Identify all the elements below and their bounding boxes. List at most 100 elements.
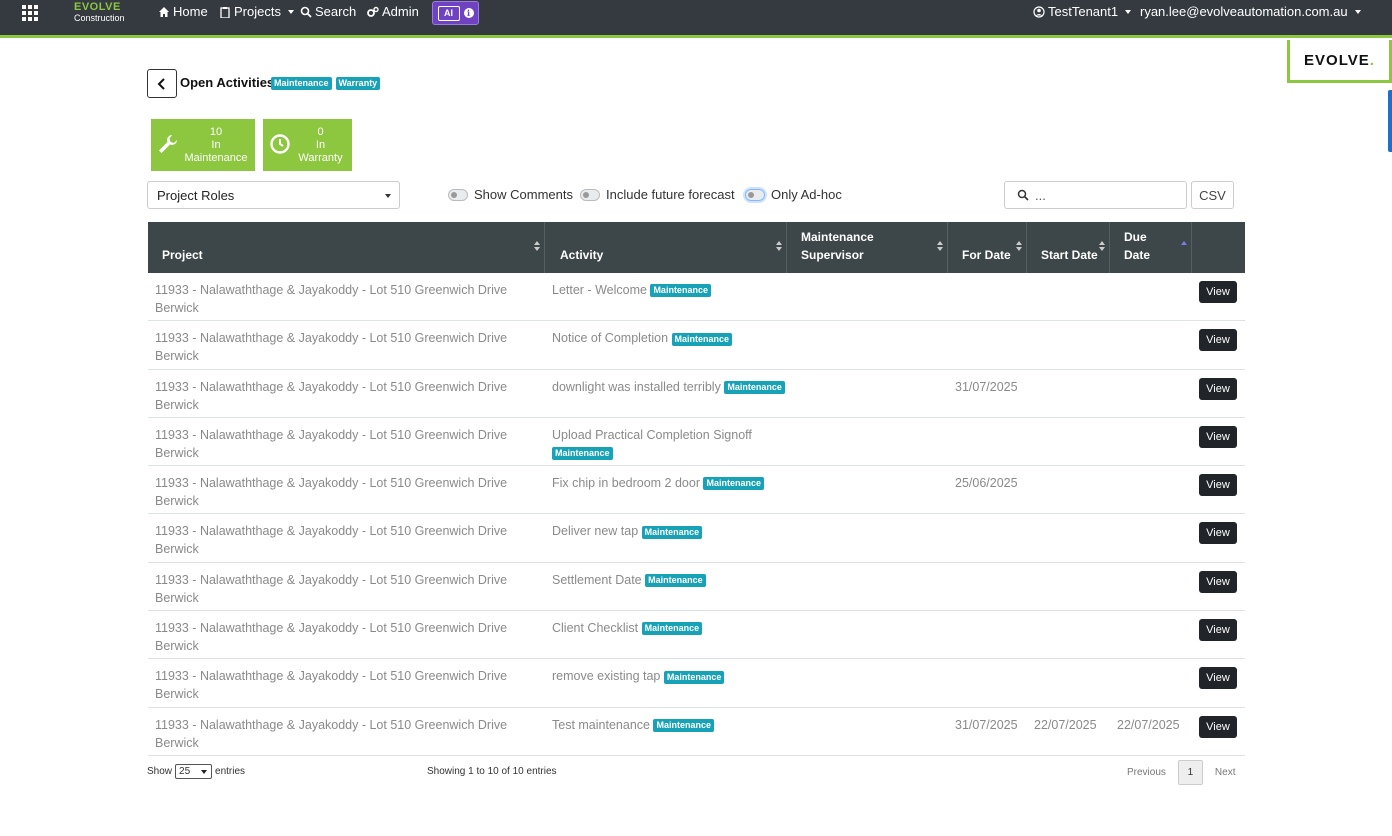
activity-name: Client Checklist <box>552 621 639 636</box>
chevron-down-icon <box>385 194 391 198</box>
start-date-cell: 22/07/2025 <box>1034 717 1097 732</box>
activity-cell[interactable]: Settlement Date Maintenance <box>552 571 787 589</box>
tenant-menu[interactable]: TestTenant1 <box>1033 4 1132 19</box>
project-cell[interactable]: 11933 - Nalawaththage & Jayakoddy - Lot … <box>155 378 535 414</box>
maintenance-badge: Maintenance <box>552 447 613 461</box>
show-comments-toggle[interactable]: Show Comments <box>448 187 573 202</box>
only-adhoc-label: Only Ad-hoc <box>771 187 842 202</box>
view-button[interactable]: View <box>1199 474 1237 497</box>
activity-cell[interactable]: Test maintenance Maintenance <box>552 716 787 734</box>
showing-info: Showing 1 to 10 of 10 entries <box>427 766 557 777</box>
nav-projects[interactable]: Projects <box>219 4 294 19</box>
activity-cell[interactable]: Notice of Completion Maintenance <box>552 329 787 347</box>
title-badges: Maintenance Warranty <box>271 77 381 90</box>
view-button[interactable]: View <box>1199 522 1237 545</box>
project-cell[interactable]: 11933 - Nalawaththage & Jayakoddy - Lot … <box>155 716 535 752</box>
ai-assistant-button[interactable]: AI i <box>432 1 479 25</box>
toggle-switch[interactable] <box>580 188 600 201</box>
activity-cell[interactable]: remove existing tap Maintenance <box>552 667 787 685</box>
warranty-line1: In <box>315 139 326 151</box>
activity-cell[interactable]: Deliver new tap Maintenance <box>552 522 787 540</box>
entries-per-page-select[interactable]: 25 <box>175 764 213 779</box>
top-navbar: EVOLVE Construction Home Projects Search… <box>0 0 1392 38</box>
col-for-date[interactable]: For Date <box>948 222 1027 273</box>
nav-search[interactable]: Search <box>300 4 356 19</box>
project-roles-select[interactable]: Project Roles <box>147 181 400 209</box>
table-row: 11933 - Nalawaththage & Jayakoddy - Lot … <box>148 370 1245 418</box>
activity-cell[interactable]: Client Checklist Maintenance <box>552 619 787 637</box>
view-button[interactable]: View <box>1199 715 1237 738</box>
table-row: 11933 - Nalawaththage & Jayakoddy - Lot … <box>148 611 1245 660</box>
activity-cell[interactable]: Upload Practical Completion Signoff Main… <box>552 426 787 462</box>
warranty-count-tile[interactable]: 0 In Warranty <box>263 119 352 171</box>
col-project-label: Project <box>162 248 203 262</box>
table-search-input[interactable]: ... <box>1004 181 1187 209</box>
maintenance-badge: Maintenance <box>724 380 785 394</box>
project-cell[interactable]: 11933 - Nalawaththage & Jayakoddy - Lot … <box>155 619 535 655</box>
search-placeholder: ... <box>1035 187 1046 203</box>
previous-button[interactable]: Previous <box>1127 767 1166 778</box>
project-cell[interactable]: 11933 - Nalawaththage & Jayakoddy - Lot … <box>155 329 535 365</box>
table-row: 11933 - Nalawaththage & Jayakoddy - Lot … <box>148 563 1245 612</box>
toggle-switch[interactable] <box>448 188 468 201</box>
project-cell[interactable]: 11933 - Nalawaththage & Jayakoddy - Lot … <box>155 522 535 558</box>
col-due-date[interactable]: Due Date <box>1110 222 1192 273</box>
view-button[interactable]: View <box>1199 667 1237 690</box>
activity-name: Test maintenance <box>552 717 650 732</box>
table-row: 11933 - Nalawaththage & Jayakoddy - Lot … <box>148 466 1245 515</box>
toggle-switch[interactable] <box>745 188 765 201</box>
table-header: Project Activity Maintenance Supervisor F… <box>148 222 1245 273</box>
warranty-badge: Warranty <box>335 77 381 90</box>
project-cell[interactable]: 11933 - Nalawaththage & Jayakoddy - Lot … <box>155 571 535 607</box>
project-cell[interactable]: 11933 - Nalawaththage & Jayakoddy - Lot … <box>155 426 535 462</box>
activity-cell[interactable]: Letter - Welcome Maintenance <box>552 281 787 299</box>
col-project[interactable]: Project <box>148 222 545 273</box>
table-row: 11933 - Nalawaththage & Jayakoddy - Lot … <box>148 418 1245 467</box>
table-row: 11933 - Nalawaththage & Jayakoddy - Lot … <box>148 659 1245 708</box>
user-menu[interactable]: ryan.lee@evolveautomation.com.au <box>1140 4 1361 19</box>
next-button[interactable]: Next <box>1215 767 1236 778</box>
activity-cell[interactable]: downlight was installed terribly Mainten… <box>552 378 787 396</box>
nav-projects-label: Projects <box>234 4 281 19</box>
view-button[interactable]: View <box>1199 425 1237 448</box>
activity-name: Fix chip in bedroom 2 door <box>552 476 700 491</box>
sort-icon <box>937 241 943 253</box>
nav-home[interactable]: Home <box>158 4 208 19</box>
project-cell[interactable]: 11933 - Nalawaththage & Jayakoddy - Lot … <box>155 281 535 317</box>
project-cell[interactable]: 11933 - Nalawaththage & Jayakoddy - Lot … <box>155 667 535 703</box>
apps-grid-icon[interactable] <box>22 5 38 21</box>
nav-admin-label: Admin <box>382 4 419 19</box>
maintenance-badge: Maintenance <box>641 622 703 636</box>
nav-search-label: Search <box>315 4 357 19</box>
table-row: 11933 - Nalawaththage & Jayakoddy - Lot … <box>148 273 1245 322</box>
activities-table: Project Activity Maintenance Supervisor F… <box>148 222 1245 756</box>
col-supervisor[interactable]: Maintenance Supervisor <box>787 222 948 273</box>
view-button[interactable]: View <box>1199 377 1237 400</box>
activity-name: downlight was installed terribly <box>552 379 721 394</box>
maintenance-badge: Maintenance <box>271 77 332 90</box>
view-button[interactable]: View <box>1199 329 1237 352</box>
back-button[interactable] <box>147 69 177 98</box>
view-button[interactable]: View <box>1199 570 1237 593</box>
col-start-date[interactable]: Start Date <box>1027 222 1110 273</box>
sort-icon <box>534 241 540 253</box>
future-forecast-toggle[interactable]: Include future forecast <box>580 187 735 202</box>
page-1-button[interactable]: 1 <box>1177 760 1203 785</box>
brand-logo[interactable]: EVOLVE Construction <box>74 2 125 23</box>
maintenance-badge: Maintenance <box>703 477 764 491</box>
project-cell[interactable]: 11933 - Nalawaththage & Jayakoddy - Lot … <box>155 474 535 510</box>
side-feedback-tab[interactable] <box>1388 90 1392 152</box>
maintenance-badge: Maintenance <box>650 284 711 298</box>
col-activity[interactable]: Activity <box>545 222 787 273</box>
search-icon <box>1017 189 1029 201</box>
view-button[interactable]: View <box>1199 619 1237 642</box>
view-button[interactable]: View <box>1199 281 1237 303</box>
for-date-cell: 31/07/2025 <box>955 379 1018 394</box>
only-adhoc-toggle[interactable]: Only Ad-hoc <box>745 187 842 202</box>
warranty-count: 0 <box>317 126 324 138</box>
nav-admin[interactable]: Admin <box>367 4 419 19</box>
activity-cell[interactable]: Fix chip in bedroom 2 door Maintenance <box>552 474 787 492</box>
maintenance-count-tile[interactable]: 10 In Maintenance <box>151 119 255 171</box>
col-supervisor-label-2: Supervisor <box>801 248 864 262</box>
csv-export-button[interactable]: CSV <box>1191 181 1234 209</box>
